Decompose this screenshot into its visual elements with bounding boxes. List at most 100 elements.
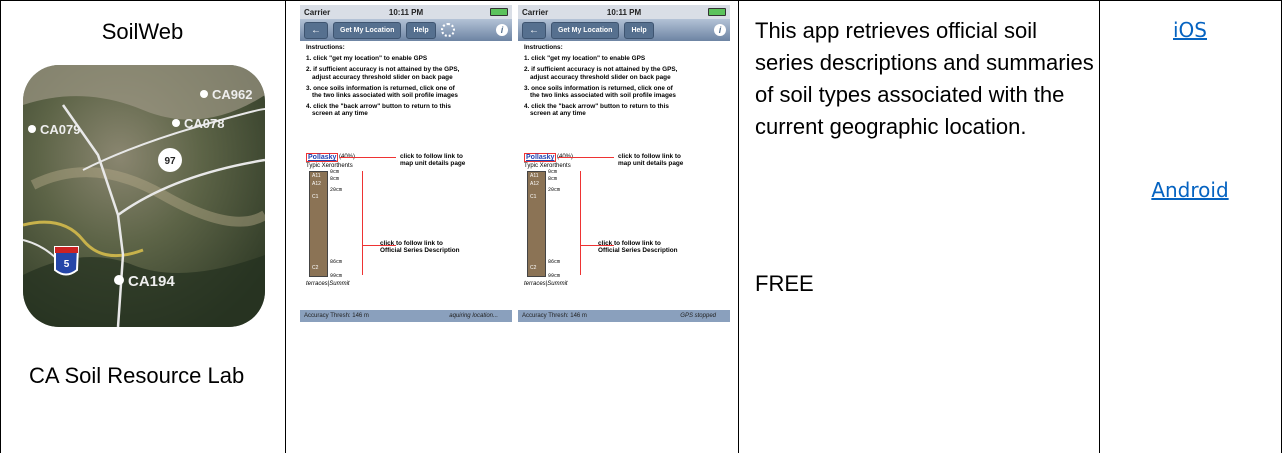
instruction-line: screen at any time (530, 110, 586, 118)
instruction-line: the two links associated with soil profi… (530, 92, 676, 100)
instruction-step: 2. if sufficient accuracy is not attaine… (306, 66, 507, 80)
depth-label: 99cm (548, 273, 561, 279)
instruction-step: 3. once soils information is returned, c… (306, 85, 507, 99)
instruction-line: screen at any time (312, 110, 368, 118)
status-bar: Carrier 10:11 PM (300, 5, 512, 19)
get-location-button[interactable]: Get My Location (333, 21, 402, 39)
soil-profile: Pollasky (40%) Typic Xerorthents A11 A12… (524, 153, 724, 301)
landform-label: terraces|Summit (306, 281, 350, 287)
gps-status: aquiring location... (449, 313, 498, 319)
instruction-line: adjust accuracy threshold slider on back… (530, 73, 671, 81)
depth-label: 99cm (330, 273, 343, 279)
depth-label: 0cm (548, 169, 558, 175)
horizon-label: A12 (312, 181, 321, 187)
callout-line (340, 157, 396, 158)
map-label: CA194 (128, 273, 175, 290)
instruction-line: 3. once soils information is returned, c… (306, 84, 455, 92)
instruction-step: 3. once soils information is returned, c… (524, 85, 725, 99)
map-label: 5 (64, 259, 70, 270)
soilweb-app-icon: CA962 CA078 CA079 97 5 CA194 (23, 65, 265, 327)
instruction-line: 2. if sufficient accuracy is not attaine… (306, 66, 460, 74)
depth-label: 20cm (548, 187, 561, 193)
map-label: CA078 (184, 116, 224, 131)
instruction-line: the two links associated with soil profi… (312, 92, 458, 100)
app-description: This app retrieves official soil series … (755, 18, 1094, 139)
callout-note: click to follow link to map unit details … (400, 153, 465, 167)
instructions-heading: Instructions: (524, 44, 563, 51)
nav-bar: ← Get My Location Help i (300, 19, 512, 41)
callout-line-text: click to follow link to (380, 240, 443, 247)
depth-label: 8cm (548, 176, 558, 182)
horizon-label: A11 (312, 173, 321, 179)
callout-line-text: click to follow link to (400, 153, 463, 160)
clock: 10:11 PM (606, 7, 642, 17)
callout-line-text: Official Series Description (598, 247, 678, 254)
status-bar: Carrier 10:11 PM (518, 5, 730, 19)
soil-column-image[interactable]: A11 A12 C1 C2 (309, 171, 328, 277)
instruction-step: 4. click the "back arrow" button to retu… (524, 103, 725, 117)
instruction-line: 4. click the "back arrow" button to retu… (306, 103, 451, 111)
callout-line-text: map unit details page (618, 160, 684, 167)
callout-line-text: click to follow link to (618, 153, 681, 160)
info-icon[interactable]: i (496, 24, 508, 36)
get-location-button[interactable]: Get My Location (551, 21, 620, 39)
depth-label: 86cm (330, 259, 343, 265)
callout-line (580, 171, 581, 275)
accuracy-bar: Accuracy Thresh: 146 m aquiring location… (300, 310, 512, 322)
landform-label: terraces|Summit (524, 281, 568, 287)
depth-label: 86cm (548, 259, 561, 265)
soil-series-link[interactable]: Pollasky (306, 153, 339, 162)
developer-name: CA Soil Resource Lab (29, 363, 245, 388)
callout-note: click to follow link to Official Series D… (380, 240, 460, 254)
instruction-line: 2. if sufficient accuracy is not attaine… (524, 66, 678, 74)
android-link[interactable]: Android (1100, 178, 1280, 202)
instructions: Instructions: 1. click "get my location"… (300, 41, 512, 118)
horizon-label: C2 (312, 265, 319, 271)
horizon-label: A12 (530, 181, 539, 187)
horizon-label: A11 (530, 173, 539, 179)
callout-note: click to follow link to map unit details … (618, 153, 683, 167)
back-arrow-button[interactable]: ← (304, 21, 328, 39)
gps-status: GPS stopped (680, 313, 716, 319)
loading-spinner-icon (440, 23, 455, 37)
instruction-step: 1. click "get my location" to enable GPS (524, 55, 646, 63)
clock: 10:11 PM (388, 7, 424, 17)
instruction-step: 1. click "get my location" to enable GPS (306, 55, 428, 63)
callout-line (558, 157, 614, 158)
horizon-label: C1 (312, 194, 319, 200)
info-icon[interactable]: i (714, 24, 726, 36)
instruction-step: 4. click the "back arrow" button to retu… (306, 103, 507, 117)
ios-link[interactable]: iOS (1100, 18, 1280, 42)
phone-screenshot: Carrier 10:11 PM ← Get My Location Help … (518, 5, 730, 322)
description-cell: This app retrieves official soil series … (739, 1, 1098, 453)
depth-label: 8cm (330, 176, 340, 182)
soil-profile: Pollasky (40%) Typic Xerorthents A11 A12… (306, 153, 506, 301)
callout-line-text: map unit details page (400, 160, 466, 167)
map-label: CA962 (212, 87, 252, 102)
callout-line (362, 171, 363, 275)
app-price: FREE (755, 271, 814, 296)
help-button[interactable]: Help (624, 21, 654, 39)
links-cell: iOS Android (1100, 1, 1280, 453)
accuracy-threshold: Accuracy Thresh: 146 m (522, 313, 587, 319)
instruction-line: 4. click the "back arrow" button to retu… (524, 103, 669, 111)
soil-column-image[interactable]: A11 A12 C1 C2 (527, 171, 546, 277)
phone-screenshot: Carrier 10:11 PM ← Get My Location Help … (300, 5, 512, 322)
soil-series-link[interactable]: Pollasky (524, 153, 557, 162)
callout-line-text: Official Series Description (380, 247, 460, 254)
help-button[interactable]: Help (406, 21, 436, 39)
horizon-label: C2 (530, 265, 537, 271)
callout-line-text: click to follow link to (598, 240, 661, 247)
instruction-line: adjust accuracy threshold slider on back… (312, 73, 453, 81)
accuracy-bar: Accuracy Thresh: 146 m GPS stopped (518, 310, 730, 322)
nav-bar: ← Get My Location Help i (518, 19, 730, 41)
back-arrow-button[interactable]: ← (522, 21, 546, 39)
horizon-label: C1 (530, 194, 537, 200)
instruction-line: 3. once soils information is returned, c… (524, 84, 673, 92)
map-label: 97 (164, 156, 176, 167)
map-icon: CA962 CA078 CA079 97 5 CA194 (23, 65, 265, 327)
app-name: SoilWeb (101, 19, 184, 44)
accuracy-threshold: Accuracy Thresh: 146 m (304, 313, 369, 319)
app-cell: SoilWeb CA962 CA078 CA079 97 5 CA194 CA … (1, 1, 284, 453)
depth-label: 0cm (330, 169, 340, 175)
